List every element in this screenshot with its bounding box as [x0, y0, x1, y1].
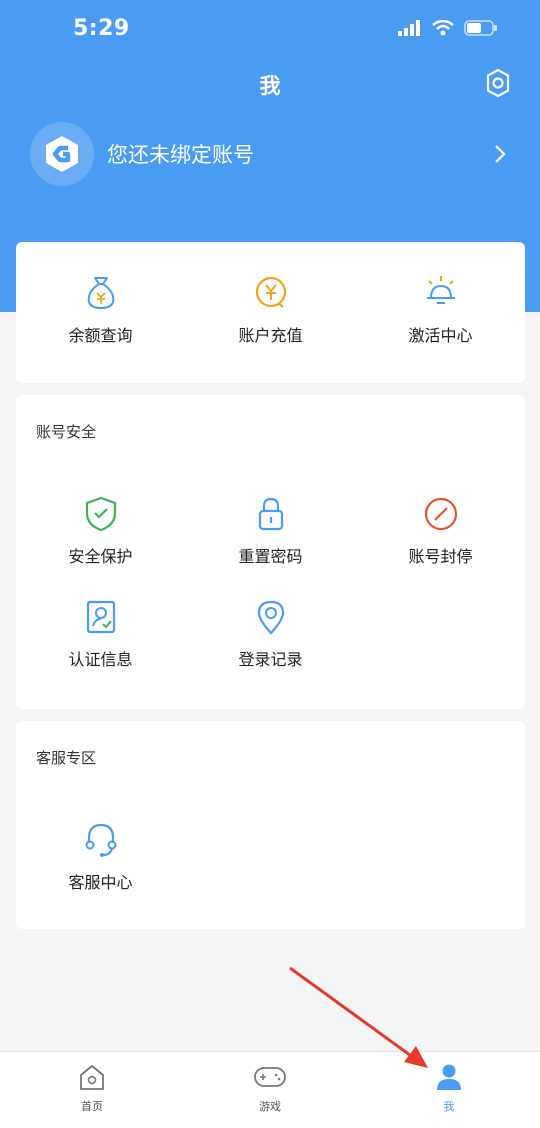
money-bag-icon	[87, 277, 114, 310]
signal-icon	[398, 20, 420, 36]
id-card-icon	[86, 600, 115, 634]
gear-icon	[486, 68, 510, 98]
app-logo	[30, 122, 94, 186]
recharge-icon	[255, 276, 286, 308]
quick-action-activation[interactable]: 激活中心	[356, 272, 525, 346]
nav-tab-games[interactable]: 游戏	[230, 1062, 310, 1114]
security-item-protection[interactable]: 安全保护	[16, 495, 185, 567]
status-time: 5:29	[73, 16, 130, 41]
ban-icon	[424, 497, 457, 531]
nav-tab-home[interactable]: 首页	[52, 1062, 132, 1114]
chevron-right-icon	[495, 145, 506, 163]
logo-icon	[46, 136, 78, 172]
account-status-text: 您还未绑定账号	[107, 143, 254, 167]
nav-label: 我	[443, 1100, 455, 1113]
quick-action-label: 余额查询	[68, 326, 133, 345]
service-item-center[interactable]: 客服中心	[16, 819, 185, 893]
security-item-label: 登录记录	[238, 650, 303, 669]
service-item-label: 客服中心	[68, 873, 133, 892]
security-item-label: 认证信息	[68, 650, 133, 669]
location-pin-icon	[257, 600, 284, 635]
section-title-security: 账号安全	[36, 423, 97, 441]
account-security-card: 账号安全 安全保护 重置密码 账号封停 认证信息 登录记录	[16, 395, 525, 709]
nav-label: 首页	[81, 1100, 103, 1113]
section-title-service: 客服专区	[36, 749, 97, 767]
shield-check-icon	[85, 496, 116, 532]
status-icons	[398, 20, 498, 36]
gamepad-icon	[254, 1067, 286, 1087]
wifi-icon	[432, 20, 454, 36]
status-bar: 5:29	[0, 0, 540, 62]
settings-button[interactable]	[482, 67, 514, 99]
nav-label: 游戏	[259, 1100, 281, 1113]
quick-actions-card: 余额查询 账户充值 激活中心	[16, 242, 525, 383]
headset-icon	[85, 823, 116, 857]
security-item-label: 账号封停	[408, 547, 473, 566]
security-item-suspend[interactable]: 账号封停	[356, 495, 525, 567]
security-item-label: 安全保护	[68, 547, 133, 566]
quick-action-label: 激活中心	[408, 326, 473, 345]
quick-action-balance[interactable]: 余额查询	[16, 272, 185, 346]
nav-tab-me[interactable]: 我	[409, 1062, 489, 1114]
security-item-reset-password[interactable]: 重置密码	[186, 495, 355, 567]
lock-icon	[258, 497, 283, 531]
user-icon	[437, 1064, 461, 1090]
security-item-login-history[interactable]: 登录记录	[186, 598, 355, 670]
battery-icon	[464, 20, 497, 36]
customer-service-card: 客服专区 客服中心	[16, 721, 525, 929]
home-icon	[80, 1065, 104, 1090]
security-item-label: 重置密码	[238, 547, 303, 566]
page-title: 我	[259, 74, 281, 98]
bind-account-row[interactable]: 您还未绑定账号	[30, 122, 520, 186]
lightbulb-icon	[426, 276, 455, 304]
quick-action-label: 账户充值	[238, 326, 303, 345]
quick-action-recharge[interactable]: 账户充值	[186, 272, 355, 346]
bottom-navigation: 首页 游戏 我	[0, 1051, 540, 1128]
security-item-verification[interactable]: 认证信息	[16, 598, 185, 670]
